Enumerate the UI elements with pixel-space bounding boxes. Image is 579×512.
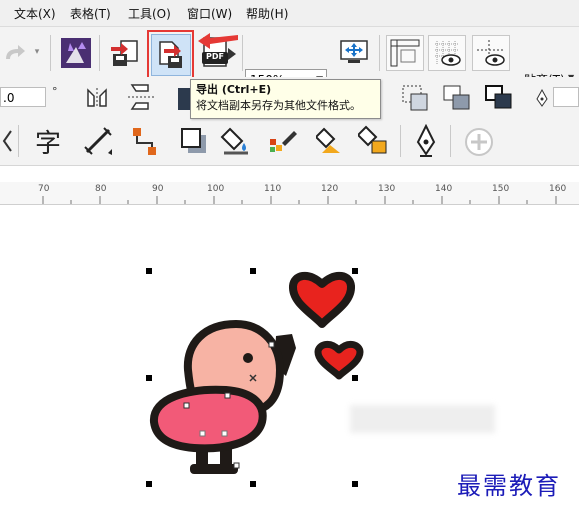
drop-shadow-icon[interactable] <box>176 123 212 159</box>
color-eyedropper-icon[interactable] <box>266 123 302 159</box>
ruler-tick-label: 140 <box>435 184 453 194</box>
text-tool-icon[interactable]: 字 <box>30 123 66 159</box>
menu-text[interactable]: 文本(X) <box>14 5 56 22</box>
dimension-tool-icon[interactable] <box>80 123 116 159</box>
redo-arrow-icon[interactable] <box>0 41 30 65</box>
workspace-strip <box>0 166 579 182</box>
separator <box>50 35 51 71</box>
ruler-tick-label: 70 <box>38 184 50 194</box>
node-handle[interactable] <box>233 462 240 469</box>
large-heart <box>289 272 355 328</box>
redo-dropdown-icon[interactable]: ▾ <box>30 45 44 59</box>
separator <box>400 125 401 157</box>
node-handle[interactable] <box>221 430 228 437</box>
selection-handle[interactable] <box>146 375 152 381</box>
zoom-fit-icon[interactable] <box>337 37 371 69</box>
bird-eye <box>243 353 253 363</box>
chevron-left-icon[interactable] <box>0 127 14 155</box>
node-handle[interactable] <box>224 392 231 399</box>
export-tooltip: 导出 (Ctrl+E) 将文档副本另存为其他文件格式。 <box>190 79 381 119</box>
ruler-tick-label: 150 <box>492 184 510 194</box>
node-handle[interactable] <box>268 341 275 348</box>
rulers-icon[interactable] <box>386 35 424 71</box>
annotation-arrow-icon <box>198 33 238 49</box>
fill-tool-icon[interactable] <box>314 123 350 159</box>
ruler-tick-label: 120 <box>321 184 339 194</box>
export-icon[interactable] <box>151 34 191 76</box>
watermark-text: 最需教育 <box>457 472 561 500</box>
app-launcher-icon[interactable] <box>58 35 94 71</box>
smart-fill-icon[interactable] <box>356 123 392 159</box>
bird-artwork[interactable] <box>140 262 370 494</box>
combine-icon[interactable] <box>398 82 432 114</box>
group-icon[interactable] <box>440 82 474 114</box>
pen-icon[interactable] <box>534 88 550 108</box>
ungroup-icon[interactable] <box>482 82 516 114</box>
separator <box>450 125 451 157</box>
separator <box>99 35 100 71</box>
tooltip-title: 导出 (Ctrl+E) <box>196 83 272 96</box>
selection-handle[interactable] <box>250 481 256 487</box>
degree-symbol: ° <box>52 85 58 98</box>
outline-width-input[interactable] <box>553 87 579 107</box>
small-heart <box>314 340 364 380</box>
node-handle[interactable] <box>199 430 206 437</box>
ruler-tick-label: 110 <box>264 184 282 194</box>
selection-handle[interactable] <box>146 268 152 274</box>
bird-feet <box>190 464 238 474</box>
guidelines-view-icon[interactable] <box>472 35 510 71</box>
pdf-label: PDF <box>206 52 224 61</box>
separator <box>18 125 19 157</box>
menu-table[interactable]: 表格(T) <box>70 5 111 22</box>
standard-toolbar: ▾ PDF <box>0 27 579 89</box>
selection-handle[interactable] <box>352 375 358 381</box>
node-handle[interactable] <box>183 402 190 409</box>
menu-tools[interactable]: 工具(O) <box>128 5 171 22</box>
ruler-tick-label: 90 <box>152 184 164 194</box>
selection-handle[interactable] <box>146 481 152 487</box>
connector-tool-icon[interactable] <box>128 123 164 159</box>
effects-toolbar: 字 <box>0 117 579 166</box>
grid-view-icon[interactable] <box>428 35 466 71</box>
menu-help[interactable]: 帮助(H) <box>246 5 288 22</box>
menu-bar: 文本(X) 表格(T) 工具(O) 窗口(W) 帮助(H) <box>0 0 579 27</box>
mirror-vertical-icon[interactable] <box>124 80 158 114</box>
ruler-tick-label: 160 <box>549 184 567 194</box>
horizontal-ruler[interactable]: 70 80 90 100 110 120 130 140 150 160 <box>0 182 579 205</box>
blurred-region <box>350 405 495 433</box>
rotation-input[interactable]: .0 <box>0 87 46 107</box>
bird-wing <box>150 385 267 453</box>
add-icon[interactable] <box>462 125 496 159</box>
ruler-tick-label: 100 <box>207 184 225 194</box>
ruler-tick-label: 80 <box>95 184 107 194</box>
menu-window[interactable]: 窗口(W) <box>187 5 232 22</box>
separator <box>379 35 380 71</box>
transparency-icon[interactable] <box>218 123 254 159</box>
selection-handle[interactable] <box>352 481 358 487</box>
selection-handle[interactable] <box>250 268 256 274</box>
mirror-horizontal-icon[interactable] <box>80 84 114 112</box>
tooltip-description: 将文档副本另存为其他文件格式。 <box>196 99 361 112</box>
import-icon[interactable] <box>108 35 144 71</box>
separator <box>242 35 243 71</box>
ruler-tick-label: 130 <box>378 184 396 194</box>
pen-tool-icon[interactable] <box>408 123 444 159</box>
selection-handle[interactable] <box>352 268 358 274</box>
object-order-icon[interactable] <box>178 88 190 110</box>
